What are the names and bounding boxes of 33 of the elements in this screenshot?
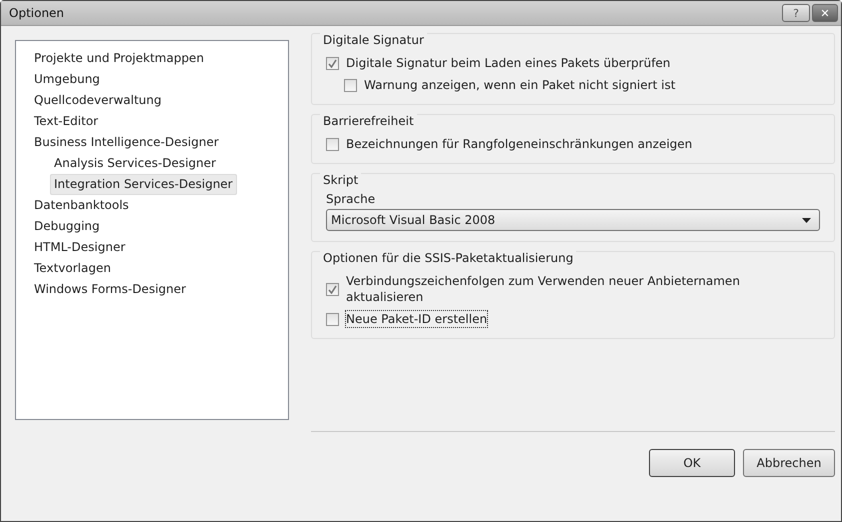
window-title: Optionen (9, 6, 64, 20)
checkbox[interactable] (326, 312, 339, 326)
checkbox-label[interactable]: Digitale Signatur beim Laden eines Pakets überprüfen (345, 54, 672, 72)
tree-item[interactable]: Windows Forms-Designer (30, 279, 190, 300)
dialog-button[interactable]: Abbrechen (743, 449, 835, 477)
checkbox[interactable] (344, 78, 357, 92)
tree-item[interactable]: Integration Services-Designer (50, 174, 237, 195)
tree-item[interactable]: Datenbanktools (30, 195, 133, 216)
checkbox[interactable] (326, 282, 339, 296)
tree-item[interactable]: Quellcodeverwaltung (30, 90, 166, 111)
close-button[interactable]: ✕ (812, 4, 838, 22)
caret-icon (802, 218, 811, 222)
group-title: Skript (320, 172, 362, 189)
group-title: Digitale Signatur (320, 32, 427, 49)
tree-item[interactable]: Debugging (30, 216, 104, 237)
checkbox-label[interactable]: Warnung anzeigen, wenn ein Paket nicht signiert ist (363, 76, 676, 94)
checkbox-label[interactable]: Bezeichnungen für Rangfolgeneinschränkungen anzeigen (345, 135, 694, 153)
tree-item[interactable]: Textvorlagen (30, 258, 115, 279)
checkbox-label[interactable]: Neue Paket-ID erstellen (345, 310, 488, 328)
tree-item[interactable]: Umgebung (30, 69, 104, 90)
group-title: Optionen für die SSIS-Paketaktualisierung (320, 250, 576, 267)
checkbox[interactable] (326, 56, 339, 70)
help-button[interactable]: ? (782, 4, 810, 22)
tree-item[interactable]: Business Intelligence-Designer (30, 132, 223, 153)
field-label: Sprache (326, 192, 376, 206)
dialog-button[interactable]: OK (649, 449, 735, 477)
tree-item[interactable]: Projekte und Projektmappen (30, 48, 208, 69)
tree-item[interactable]: Text-Editor (30, 111, 102, 132)
tree-item[interactable]: HTML-Designer (30, 237, 130, 258)
checkbox-label[interactable]: Verbindungszeichenfolgen zum Verwenden neuer Anbieternamen aktualisieren (345, 272, 787, 306)
checkbox[interactable] (326, 138, 339, 150)
tree-item[interactable]: Analysis Services-Designer (50, 153, 220, 174)
language-dropdown[interactable]: Microsoft Visual Basic 2008 (326, 209, 820, 231)
